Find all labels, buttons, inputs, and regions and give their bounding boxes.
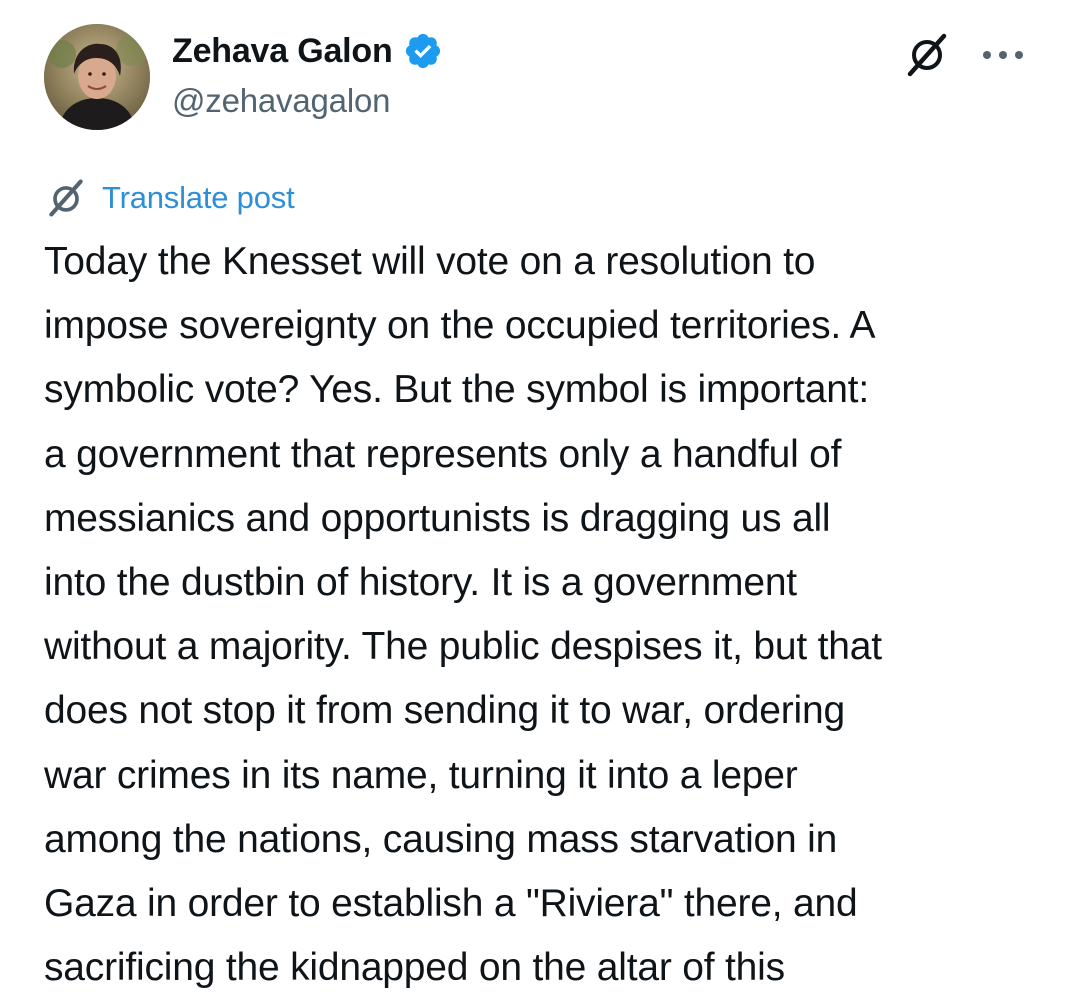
post-header: Zehava Galon @zehavagalon bbox=[0, 0, 1069, 150]
post-text: Today the Knesset will vote on a resolut… bbox=[44, 230, 1044, 1000]
post-text-line: sacrificing the kidnapped on the altar o… bbox=[44, 946, 785, 990]
post-text-line: symbolic vote? Yes. But the symbol is im… bbox=[44, 368, 869, 412]
post-text-line: Today the Knesset will vote on a resolut… bbox=[44, 240, 816, 283]
post-text-line: war crimes in its name, turning it into … bbox=[44, 753, 798, 797]
translate-post-label: Translate post bbox=[102, 180, 295, 215]
avatar[interactable] bbox=[44, 24, 150, 130]
grok-button[interactable] bbox=[900, 28, 954, 82]
grok-slash-icon bbox=[44, 176, 88, 220]
more-options-button[interactable] bbox=[976, 28, 1030, 82]
more-dots-icon bbox=[983, 51, 1023, 59]
name-row: Zehava Galon bbox=[172, 28, 443, 74]
post-text-line: among the nations, causing mass starvati… bbox=[44, 817, 838, 861]
avatar-photo bbox=[44, 24, 150, 130]
translate-post-link[interactable]: Translate post bbox=[44, 176, 295, 220]
post-text-line: impose sovereignty on the occupied terri… bbox=[44, 304, 876, 348]
author-block: Zehava Galon @zehavagalon bbox=[172, 28, 443, 120]
post-text-line: a government that represents only a hand… bbox=[44, 432, 842, 476]
post-text-line: into the dustbin of history. It is a gov… bbox=[44, 560, 797, 604]
author-display-name[interactable]: Zehava Galon bbox=[172, 32, 393, 71]
verified-badge-icon bbox=[403, 31, 443, 71]
post-text-line: does not stop it from sending it to war,… bbox=[44, 689, 845, 733]
author-handle[interactable]: @zehavagalon bbox=[172, 82, 443, 120]
post-text-line: without a majority. The public despises … bbox=[44, 625, 882, 669]
grok-slash-icon bbox=[907, 33, 947, 77]
post-text-line: messianics and opportunists is dragging … bbox=[44, 496, 831, 540]
post-text-line: Gaza in order to establish a "Riviera" t… bbox=[44, 881, 858, 925]
